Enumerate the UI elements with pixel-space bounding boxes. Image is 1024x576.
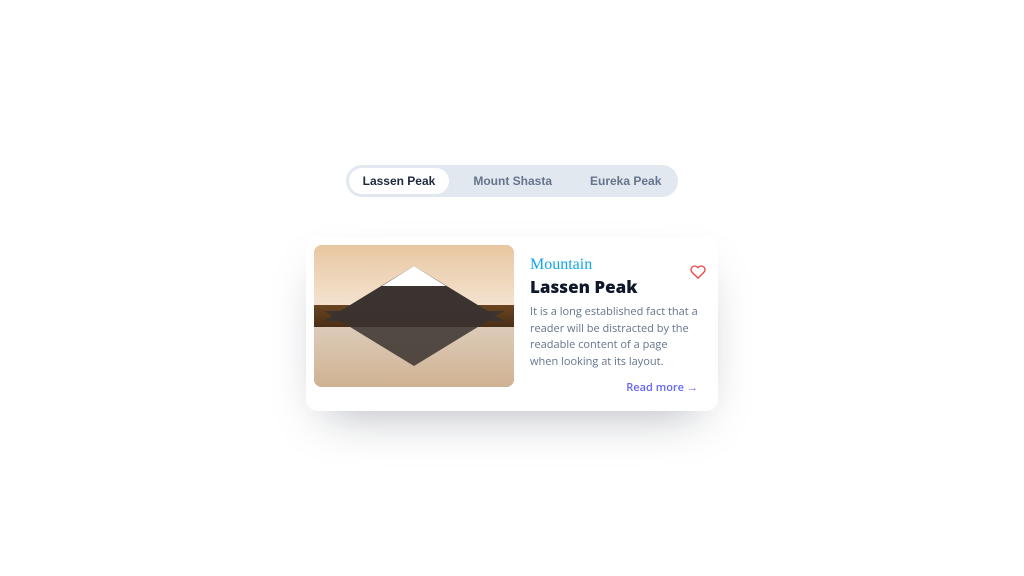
card-category: Mountain	[530, 257, 702, 273]
card-image	[314, 245, 514, 387]
arrow-right-icon: →	[687, 380, 698, 395]
card-body: Mountain Lassen Peak It is a long establ…	[530, 245, 710, 403]
read-more-label: Read more	[626, 380, 684, 395]
tab-lassen-peak[interactable]: Lassen Peak	[349, 168, 450, 194]
heart-icon[interactable]	[690, 263, 706, 285]
card-title: Lassen Peak	[530, 275, 702, 298]
card-description: It is a long established fact that a rea…	[530, 304, 702, 370]
tab-eureka-peak[interactable]: Eureka Peak	[576, 168, 675, 194]
destination-card: Mountain Lassen Peak It is a long establ…	[306, 237, 718, 411]
tab-list: Lassen Peak Mount Shasta Eureka Peak	[346, 165, 679, 197]
read-more-link[interactable]: Read more→	[530, 380, 702, 395]
tab-mount-shasta[interactable]: Mount Shasta	[459, 168, 566, 194]
